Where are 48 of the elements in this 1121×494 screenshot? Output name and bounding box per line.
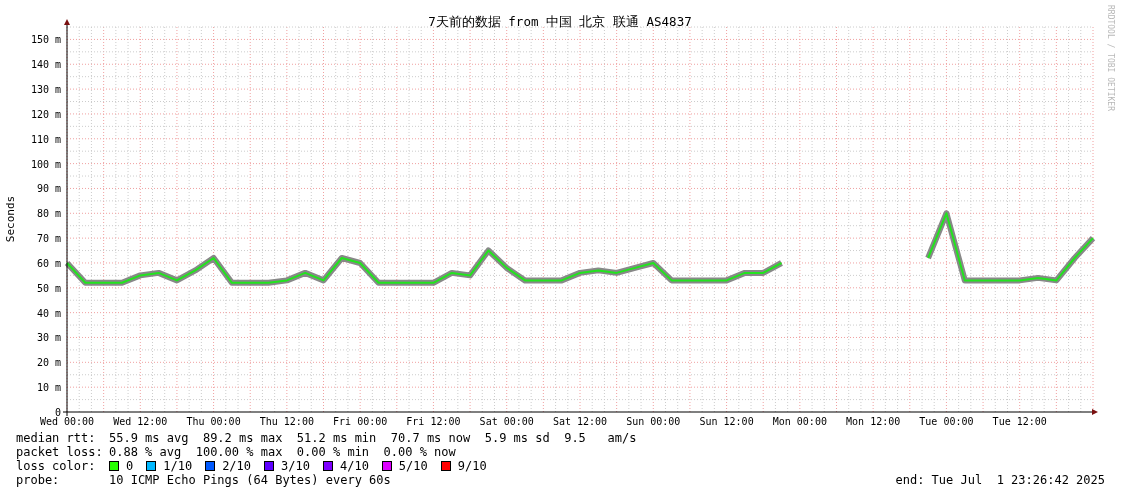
- y-tick-label: 30 m: [36, 332, 61, 344]
- y-tick-label: 80 m: [36, 208, 61, 220]
- x-tick-label: Thu 12:00: [259, 416, 314, 427]
- chart-title: 7天前的数据 from 中国 北京 联通 AS4837: [428, 14, 692, 29]
- x-tick-label: Thu 00:00: [186, 416, 241, 427]
- legend-item-label: 0: [126, 459, 134, 473]
- x-tick-label: Sun 00:00: [626, 416, 681, 427]
- stat-label: packet loss:: [16, 445, 104, 459]
- credit-text: RRDTOOL / TOBI OETIKER: [1106, 5, 1115, 111]
- x-tick-label: Sat 00:00: [479, 416, 534, 427]
- y-tick-label: 0: [54, 407, 61, 418]
- x-tick-label: Wed 12:00: [113, 416, 168, 427]
- y-axis-label: Seconds: [4, 195, 17, 243]
- legend-item-label: 9/10: [457, 459, 487, 473]
- y-tick-label: 150 m: [30, 34, 61, 46]
- y-tick-label: 130 m: [30, 84, 61, 96]
- y-tick-label: 140 m: [30, 59, 61, 71]
- y-tick-label: 100 m: [30, 158, 61, 170]
- x-tick-label: Wed 00:00: [39, 416, 95, 427]
- end-time: end: Tue Jul 1 23:26:42 2025: [895, 473, 1105, 487]
- x-tick-label: Sat 12:00: [552, 416, 608, 427]
- x-tick-label: Mon 00:00: [772, 416, 827, 427]
- y-tick-label: 40 m: [36, 307, 61, 319]
- x-tick-label: Fri 12:00: [406, 416, 461, 427]
- legend-item-label: 5/10: [398, 459, 428, 473]
- y-tick-label: 20 m: [36, 357, 61, 369]
- x-tick-label: Mon 12:00: [846, 416, 901, 427]
- legend-item-label: 1/10: [163, 459, 193, 473]
- y-tick-label: 70 m: [36, 233, 61, 245]
- y-tick-label: 90 m: [36, 183, 61, 195]
- probe-description: 10 ICMP Echo Pings (64 Bytes) every 60s: [109, 473, 391, 487]
- x-tick-label: Tue 00:00: [919, 416, 974, 427]
- legend-item-label: 2/10: [222, 459, 252, 473]
- stat-label: median rtt:: [16, 431, 97, 445]
- x-tick-label: Fri 00:00: [333, 416, 388, 427]
- y-tick-label: 50 m: [36, 282, 61, 294]
- stat-values: 55.9 ms avg 89.2 ms max 51.2 ms min 70.7 ms now 5.9 ms sd 9.5 am/s: [109, 431, 637, 445]
- stat-values: 0.88 % avg 100.00 % max 0.00 % min 0.00 % now: [109, 445, 456, 459]
- y-tick-label: 10 m: [36, 382, 61, 394]
- legend-label: loss color:: [16, 459, 97, 473]
- probe-label: probe:: [16, 473, 61, 487]
- y-tick-label: 120 m: [30, 108, 61, 120]
- legend-item-label: 3/10: [281, 459, 310, 473]
- y-tick-label: 110 m: [30, 133, 61, 145]
- x-tick-label: Tue 12:00: [992, 416, 1047, 427]
- legend-item-label: 4/10: [339, 459, 369, 473]
- x-tick-label: Sun 12:00: [699, 416, 754, 427]
- y-tick-label: 60 m: [36, 257, 61, 269]
